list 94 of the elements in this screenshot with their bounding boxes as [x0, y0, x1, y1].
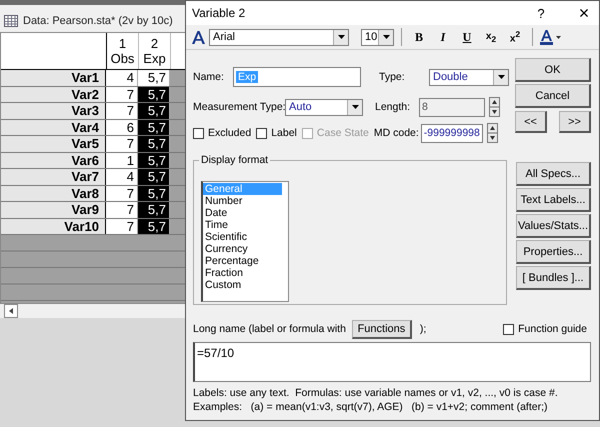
list-item[interactable]: Custom — [203, 279, 288, 291]
dropdown-arrow-icon — [382, 35, 390, 39]
dialog-title: Variable 2 — [192, 6, 246, 20]
close-button[interactable]: × — [569, 2, 599, 24]
italic-button[interactable]: I — [433, 30, 453, 44]
dropdown-arrow-icon — [338, 35, 344, 39]
side-button[interactable]: Properties... — [516, 240, 591, 264]
previous-button[interactable]: << — [515, 111, 547, 133]
help-text: Labels: use any text. Formulas: use variable names or v1, v2, ..., v0 is case #. — [193, 386, 559, 400]
list-item[interactable]: Fraction — [203, 267, 288, 279]
row-header[interactable]: Var5 — [1, 136, 106, 152]
field-label: Name: — [193, 71, 225, 83]
table-cell[interactable]: 5,7 — [138, 169, 170, 184]
script-button[interactable]: x$_{2}$ — [481, 30, 501, 44]
md-code-field[interactable]: -999999998 — [420, 124, 483, 142]
list-item[interactable]: Date — [203, 207, 288, 219]
list-item[interactable]: Currency — [203, 243, 288, 255]
row-header[interactable]: Var1 — [1, 70, 106, 86]
row-header[interactable]: Var6 — [1, 152, 106, 168]
cancel-button[interactable]: Cancel — [515, 84, 591, 108]
table-cell[interactable]: 5,7 — [138, 202, 170, 218]
table-cell[interactable]: 7 — [106, 218, 138, 234]
next-button[interactable]: >> — [559, 111, 591, 133]
bold-button[interactable]: B — [409, 30, 429, 44]
table-cell[interactable]: 6 — [106, 120, 138, 135]
size-dropdown[interactable]: 10 — [361, 28, 394, 46]
row-header[interactable]: Var3 — [1, 103, 106, 118]
side-button[interactable]: [ Bundles ]... — [516, 266, 591, 290]
row-header[interactable]: Var9 — [1, 202, 106, 218]
table-cell[interactable]: 5,7 — [138, 218, 170, 234]
script-button[interactable]: x$^{2}$ — [505, 29, 525, 45]
checkbox[interactable] — [193, 128, 204, 138]
spreadsheet-icon — [4, 14, 18, 26]
table-cell[interactable]: 5,7 — [138, 152, 170, 168]
row-header[interactable]: Var7 — [1, 169, 106, 184]
long-name-field[interactable]: =57/10 — [193, 342, 591, 382]
field-label: Type: — [379, 71, 406, 83]
side-button[interactable]: Text Labels... — [516, 188, 591, 212]
table-cell[interactable]: 7 — [106, 103, 138, 118]
underline-button[interactable]: U — [457, 30, 477, 44]
column-header[interactable]: 2 Exp — [139, 33, 171, 69]
column-header[interactable]: 1 Obs — [107, 33, 139, 69]
field-label: MD code: — [374, 127, 419, 139]
dropdown-arrow-icon — [498, 75, 504, 79]
list-item[interactable]: Percentage — [203, 255, 288, 267]
field-label: ); — [420, 323, 428, 335]
row-header[interactable]: Var8 — [1, 186, 106, 201]
row-header[interactable]: Var2 — [1, 86, 106, 102]
font-icon[interactable] — [192, 30, 205, 44]
table-cell[interactable]: 7 — [106, 202, 138, 218]
table-cell[interactable]: 7 — [106, 136, 138, 152]
table-cell[interactable]: 7 — [106, 86, 138, 102]
row-header[interactable]: Var10 — [1, 218, 106, 234]
font-dropdown[interactable]: Arial — [209, 28, 349, 46]
help-text: Examples: (a) = mean(v1:v3, sqrt(v7), AGE) (b) = v1+v2; comment (after;) — [193, 400, 548, 414]
checkbox[interactable] — [503, 324, 514, 334]
left-arrow-icon — [8, 308, 14, 314]
horizontal-scrollbar[interactable] — [0, 303, 186, 318]
field-label: Measurement Type: — [193, 101, 285, 113]
spinner-icon[interactable] — [486, 123, 498, 143]
checkbox-label: Case State — [316, 127, 369, 139]
list-item[interactable]: Scientific — [203, 231, 288, 243]
field-label: Length: — [375, 101, 412, 113]
checkbox-label: Excluded — [208, 127, 252, 139]
type-dropdown[interactable]: Double — [429, 68, 509, 86]
checkbox-label: Function guide — [518, 323, 587, 335]
row-header[interactable]: Var4 — [1, 120, 106, 135]
table-cell[interactable]: 5,7 — [138, 86, 170, 102]
help-button[interactable]: ? — [527, 6, 555, 20]
table-cell[interactable]: 5,7 — [138, 186, 170, 201]
table-cell[interactable]: 4 — [106, 70, 138, 86]
side-button[interactable]: Values/Stats... — [516, 214, 591, 238]
side-button[interactable]: All Specs... — [516, 162, 591, 186]
list-item[interactable]: Time — [203, 219, 288, 231]
table-cell[interactable]: 5,7 — [138, 70, 170, 86]
functions-button[interactable]: Functions — [352, 320, 412, 338]
field-label: Long name (label or formula with — [193, 323, 346, 335]
measurement-dropdown[interactable]: Auto — [285, 98, 363, 116]
scroll-left-button[interactable] — [4, 304, 18, 318]
group-title: Display format — [199, 154, 270, 166]
checkbox-label: Label — [271, 127, 297, 139]
font-color-icon[interactable] — [540, 29, 562, 45]
table-cell[interactable]: 7 — [106, 186, 138, 201]
dropdown-arrow-icon — [352, 105, 358, 109]
list-item[interactable]: Number — [203, 195, 288, 207]
table-cell[interactable]: 4 — [106, 169, 138, 184]
window-title: Data: Pearson.sta* (2v by 10c) — [23, 14, 173, 26]
spinner-icon[interactable] — [489, 97, 500, 117]
table-cell[interactable]: 1 — [106, 152, 138, 168]
table-cell[interactable]: 5,7 — [138, 103, 170, 118]
table-cell[interactable]: 5,7 — [138, 136, 170, 152]
checkbox[interactable] — [256, 128, 268, 138]
table-cell[interactable]: 5,7 — [138, 120, 170, 135]
ok-button[interactable]: OK — [515, 58, 591, 82]
